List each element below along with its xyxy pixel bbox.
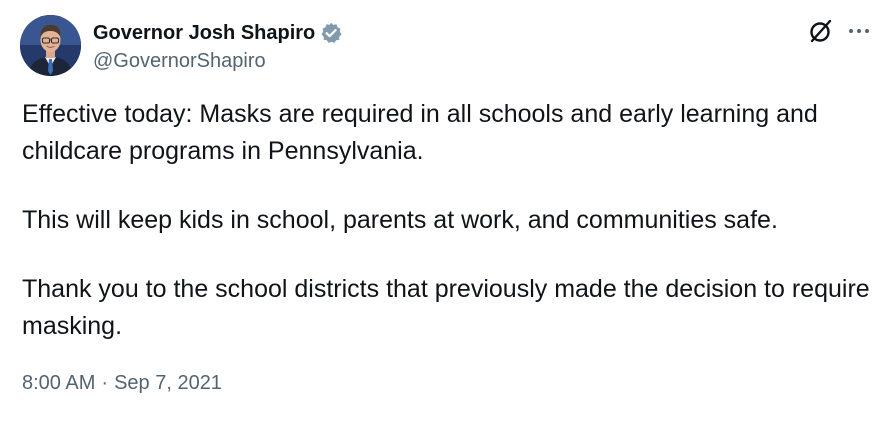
tweet-time-link[interactable]: 8:00 AM [22,372,95,395]
tweet-paragraph: Effective today: Masks are required in a… [22,100,818,165]
author-display-name[interactable]: Governor Josh Shapiro [93,22,315,45]
tweet-paragraph: Thank you to the school districts that p… [22,275,870,340]
name-row: Governor Josh Shapiro [93,18,342,48]
tweet-timestamp: 8:00 AM · Sep 7, 2021 [22,372,222,395]
tweet-top-actions [808,18,872,44]
tweet-paragraph: This will keep kids in school, parents a… [22,206,778,234]
author-names: Governor Josh Shapiro @GovernorShapiro [93,18,342,73]
avatar[interactable] [20,15,81,76]
tweet-header: Governor Josh Shapiro @GovernorShapiro [20,15,342,76]
more-options-icon[interactable] [846,18,872,44]
verified-badge-icon[interactable] [320,22,342,44]
tweet-text: Effective today: Masks are required in a… [22,96,872,345]
tweet-card: Governor Josh Shapiro @GovernorShapiro E… [0,0,892,422]
tweet-date-link[interactable]: Sep 7, 2021 [114,372,222,395]
author-handle[interactable]: @GovernorShapiro [93,50,342,73]
timestamp-separator: · [101,372,109,394]
grok-icon[interactable] [808,18,834,44]
